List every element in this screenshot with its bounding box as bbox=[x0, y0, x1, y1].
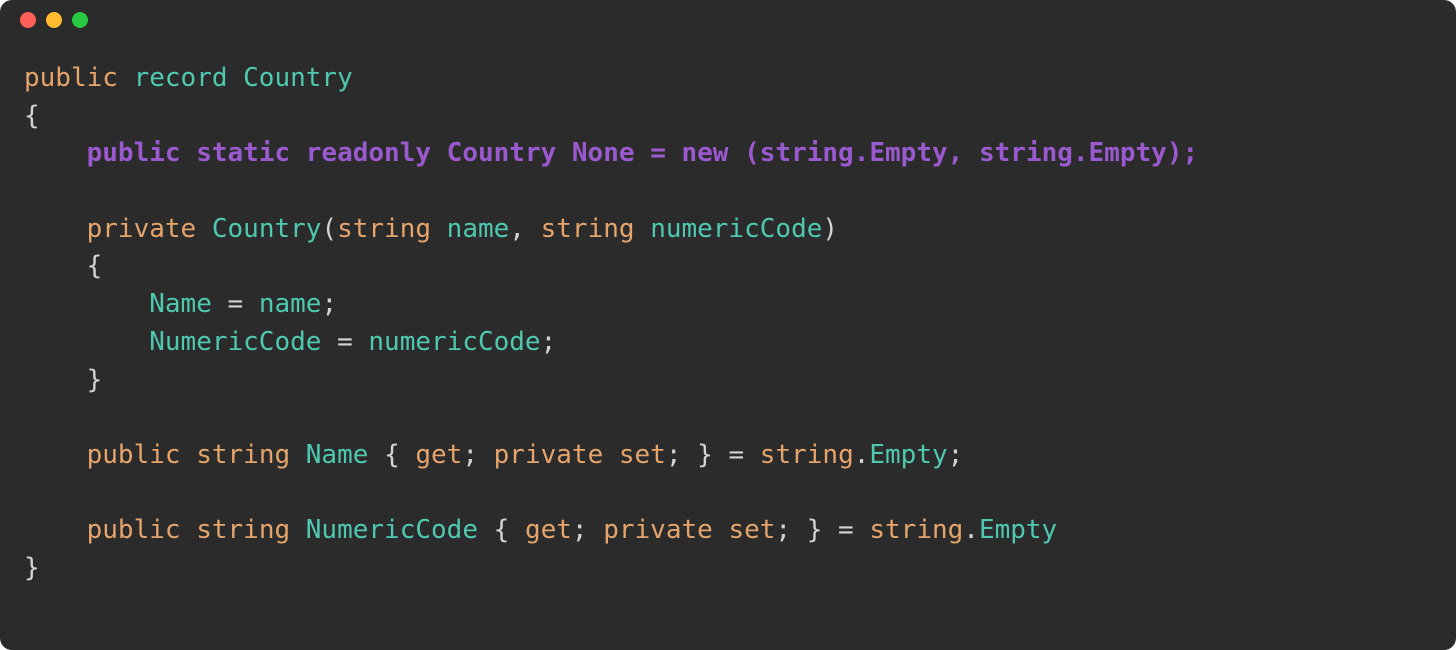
comma: , bbox=[509, 214, 525, 244]
maximize-icon[interactable] bbox=[72, 12, 88, 28]
type-string: string bbox=[196, 440, 290, 470]
dot: . bbox=[854, 138, 870, 168]
prop-empty: Empty bbox=[1089, 138, 1167, 168]
keyword-private: private bbox=[494, 440, 604, 470]
op-eq: = bbox=[337, 327, 353, 357]
field-none: None bbox=[572, 138, 635, 168]
semi: ; bbox=[572, 515, 588, 545]
type-string: string bbox=[541, 214, 635, 244]
prop-empty: Empty bbox=[979, 515, 1057, 545]
keyword-set: set bbox=[728, 515, 775, 545]
minimize-icon[interactable] bbox=[46, 12, 62, 28]
type-country: Country bbox=[447, 138, 557, 168]
brace: } bbox=[697, 440, 713, 470]
keyword-new: new bbox=[682, 138, 729, 168]
keyword-readonly: readonly bbox=[306, 138, 431, 168]
semi: ; bbox=[666, 440, 682, 470]
op-eq: = bbox=[228, 289, 244, 319]
keyword-record: record bbox=[134, 63, 228, 93]
type-string: string bbox=[869, 515, 963, 545]
code-editor[interactable]: public record Country { public static re… bbox=[0, 40, 1456, 612]
brace: } bbox=[87, 365, 103, 395]
keyword-public: public bbox=[87, 138, 181, 168]
semi: ; bbox=[541, 327, 557, 357]
close-icon[interactable] bbox=[20, 12, 36, 28]
comma: , bbox=[948, 138, 964, 168]
brace: { bbox=[494, 515, 510, 545]
keyword-private: private bbox=[87, 214, 197, 244]
type-string: string bbox=[196, 515, 290, 545]
brace: { bbox=[87, 251, 103, 281]
keyword-set: set bbox=[619, 440, 666, 470]
brace: } bbox=[807, 515, 823, 545]
code-window: public record Country { public static re… bbox=[0, 0, 1456, 650]
keyword-static: static bbox=[196, 138, 290, 168]
brace: } bbox=[24, 553, 40, 583]
semi: ; bbox=[321, 289, 337, 319]
prop-empty: Empty bbox=[869, 138, 947, 168]
keyword-private: private bbox=[603, 515, 713, 545]
semi: ; bbox=[948, 440, 964, 470]
semi: ; bbox=[462, 440, 478, 470]
prop-numericcode: NumericCode bbox=[149, 327, 321, 357]
prop-name: Name bbox=[306, 440, 369, 470]
type-string: string bbox=[760, 440, 854, 470]
prop-numericcode: NumericCode bbox=[306, 515, 478, 545]
keyword-public: public bbox=[87, 515, 181, 545]
prop-name: Name bbox=[149, 289, 212, 319]
op-eq: = bbox=[838, 515, 854, 545]
prop-empty: Empty bbox=[869, 440, 947, 470]
param-name: name bbox=[447, 214, 510, 244]
param-numericcode: numericCode bbox=[650, 214, 822, 244]
titlebar bbox=[0, 0, 1456, 40]
type-string: string bbox=[337, 214, 431, 244]
semi: ; bbox=[1182, 138, 1198, 168]
paren: ( bbox=[321, 214, 337, 244]
paren: ) bbox=[822, 214, 838, 244]
type-string: string bbox=[760, 138, 854, 168]
param-numericcode: numericCode bbox=[368, 327, 540, 357]
op-eq: = bbox=[650, 138, 666, 168]
keyword-public: public bbox=[24, 63, 118, 93]
dot: . bbox=[1073, 138, 1089, 168]
op-eq: = bbox=[728, 440, 744, 470]
type-string: string bbox=[979, 138, 1073, 168]
dot: . bbox=[854, 440, 870, 470]
dot: . bbox=[963, 515, 979, 545]
param-name: name bbox=[259, 289, 322, 319]
type-country: Country bbox=[243, 63, 353, 93]
keyword-get: get bbox=[415, 440, 462, 470]
keyword-get: get bbox=[525, 515, 572, 545]
paren: ( bbox=[744, 138, 760, 168]
brace: { bbox=[24, 101, 40, 131]
keyword-public: public bbox=[87, 440, 181, 470]
brace: { bbox=[384, 440, 400, 470]
type-country: Country bbox=[212, 214, 322, 244]
semi: ; bbox=[775, 515, 791, 545]
paren: ) bbox=[1167, 138, 1183, 168]
